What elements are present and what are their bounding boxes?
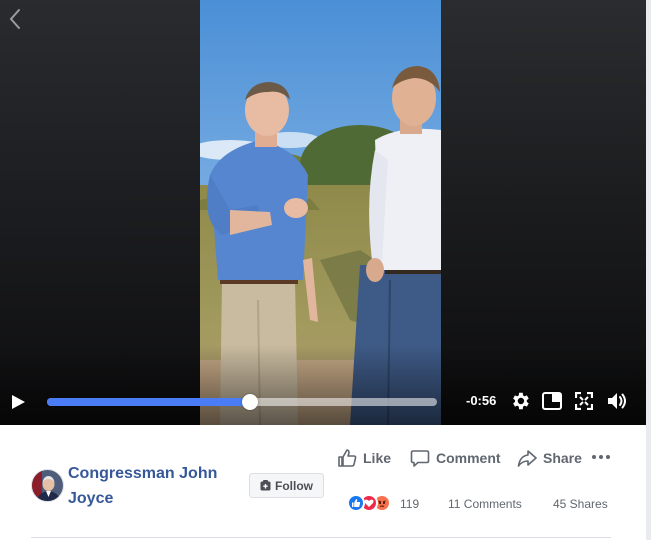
video-progress-bar[interactable] (47, 394, 437, 410)
page-name-link[interactable]: Congressman John Joyce (68, 461, 238, 511)
comment-bubble-icon (410, 450, 430, 467)
comment-button[interactable]: Comment (410, 447, 501, 469)
like-label: Like (363, 450, 392, 466)
share-arrow-icon (517, 450, 537, 467)
like-button[interactable]: Like (337, 447, 391, 469)
reaction-count[interactable]: 119 (400, 497, 419, 511)
picture-in-picture-button[interactable] (541, 391, 563, 411)
more-dots-icon (592, 455, 610, 459)
fullscreen-icon (574, 391, 594, 411)
progress-scrubber[interactable] (241, 394, 258, 410)
back-button[interactable] (4, 6, 26, 32)
picture-in-picture-icon (542, 392, 562, 410)
follow-label: Follow (275, 478, 313, 493)
progress-played (47, 398, 250, 406)
thumbs-up-icon (338, 449, 357, 467)
comment-label: Comment (436, 450, 501, 466)
share-button[interactable]: Share (517, 447, 582, 469)
follow-button[interactable]: Follow (249, 473, 324, 498)
gear-icon (513, 392, 529, 410)
share-label: Share (543, 450, 582, 466)
controls-shade (0, 345, 646, 425)
follow-icon (260, 480, 271, 491)
volume-icon (608, 393, 626, 409)
like-reaction-icon (347, 494, 365, 512)
play-icon (12, 395, 25, 409)
comment-count[interactable]: 11 Comments (448, 497, 522, 511)
page-edge-strip (646, 0, 651, 540)
settings-button[interactable] (509, 390, 531, 412)
avatar[interactable] (31, 469, 64, 502)
video-player[interactable]: -0:56 (0, 0, 646, 425)
reactions-summary[interactable] (347, 494, 397, 514)
play-button[interactable] (8, 392, 28, 412)
profile-photo (32, 470, 63, 501)
volume-button[interactable] (605, 389, 629, 413)
more-options-button[interactable] (591, 449, 611, 465)
chevron-left-icon (9, 9, 20, 29)
fullscreen-button[interactable] (574, 391, 594, 411)
divider (31, 537, 611, 538)
share-count[interactable]: 45 Shares (553, 497, 608, 511)
time-remaining: -0:56 (466, 393, 497, 408)
